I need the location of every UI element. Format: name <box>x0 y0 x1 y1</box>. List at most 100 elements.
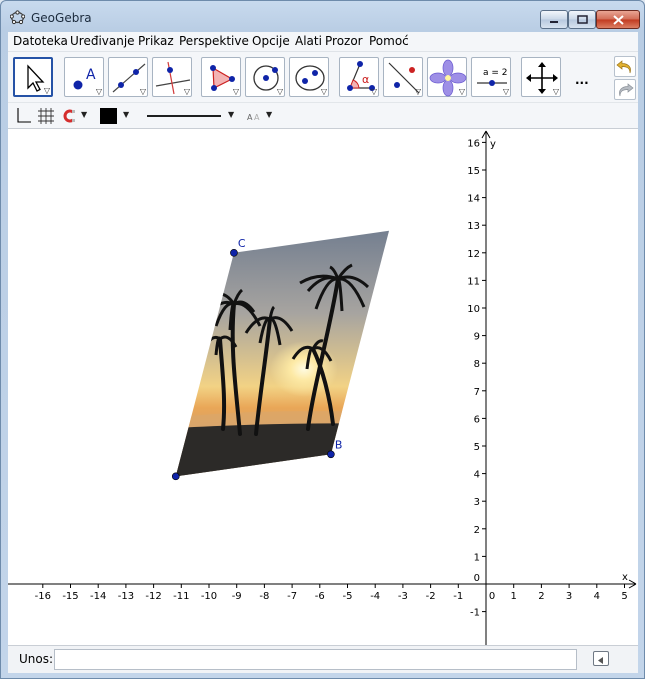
show-grid-icon[interactable] <box>37 107 55 125</box>
perpendicular-line-tool-button[interactable]: ▽ <box>152 57 192 97</box>
y-tick-label: 9 <box>474 332 480 343</box>
y-tick-label: 11 <box>467 276 480 287</box>
undo-button[interactable] <box>614 56 636 77</box>
x-tick-label: -10 <box>201 591 217 602</box>
x-tick-label: -6 <box>315 591 325 602</box>
move-tool-button[interactable]: ▽ <box>13 57 53 97</box>
chevron-down-icon[interactable]: ▼ <box>266 110 272 119</box>
y-tick-label: 8 <box>474 359 480 370</box>
picture-image[interactable] <box>158 219 408 489</box>
angle-tool-button[interactable]: α ▽ <box>339 57 379 97</box>
input-bar: Unos: <box>8 645 638 673</box>
x-tick-label: -9 <box>232 591 242 602</box>
menu-uredivanje[interactable]: Uređivanje <box>70 34 135 48</box>
chevron-down-icon: ▽ <box>320 87 327 96</box>
y-tick-label: 15 <box>467 166 480 177</box>
x-tick-label: 3 <box>566 591 572 602</box>
y-tick-label: 0 <box>474 573 480 584</box>
y-tick-label: 13 <box>467 221 480 232</box>
menu-pomoc[interactable]: Pomoć <box>369 34 409 48</box>
y-tick-label: 3 <box>474 497 480 508</box>
x-tick-label: -4 <box>370 591 380 602</box>
magnet-icon[interactable] <box>60 107 78 125</box>
point-label-b: B <box>335 438 343 451</box>
chevron-down-icon: ▽ <box>95 87 102 96</box>
y-tick-label: 1 <box>474 552 480 563</box>
chevron-down-icon: ▽ <box>502 87 509 96</box>
maximize-button[interactable] <box>568 10 596 29</box>
more-tools-label[interactable]: ... <box>575 73 589 87</box>
chevron-down-icon: ▽ <box>458 87 465 96</box>
x-tick-label: -16 <box>35 591 51 602</box>
y-tick-label: 16 <box>467 138 480 149</box>
menu-perspektive[interactable]: Perspektive <box>179 34 249 48</box>
input-label: Unos: <box>19 652 54 666</box>
close-button[interactable] <box>596 10 640 29</box>
polygon-tool-button[interactable]: ▽ <box>201 57 241 97</box>
menu-bar: Datoteka Uređivanje Prikaz Perspektive O… <box>8 32 638 52</box>
color-swatch[interactable] <box>100 108 117 124</box>
geogebra-logo-icon <box>10 10 25 25</box>
close-icon <box>597 11 639 28</box>
menu-alati[interactable]: Alati <box>295 34 322 48</box>
chevron-down-icon: ▽ <box>552 87 559 96</box>
point-tool-button[interactable]: A ▽ <box>64 57 104 97</box>
menu-datoteka[interactable]: Datoteka <box>13 34 68 48</box>
point-a[interactable] <box>171 472 180 481</box>
triangle-left-icon <box>598 657 603 664</box>
chevron-down-icon[interactable]: ▼ <box>123 110 129 119</box>
coordinate-plane[interactable]: xy-16 -15 -14 -13 -12 -11 -10 -9 -8 -7 -6 -5 -4 -3 -2-… <box>8 129 638 645</box>
chevron-down-icon: ▽ <box>232 87 239 96</box>
y-tick-label: 4 <box>474 470 480 481</box>
x-tick-label: -7 <box>287 591 297 602</box>
chevron-down-icon: ▽ <box>276 87 283 96</box>
slider-tool-label: a = 2 <box>483 68 508 78</box>
point-c[interactable] <box>230 249 238 257</box>
undo-arrow-icon <box>616 60 631 74</box>
x-tick-label: -13 <box>118 591 134 602</box>
x-tick-label: -2 <box>426 591 436 602</box>
menu-prozor[interactable]: Prozor <box>325 34 363 48</box>
chevron-down-icon: ▽ <box>43 86 50 95</box>
circle-tool-button[interactable]: ▽ <box>245 57 285 97</box>
reflect-tool-button[interactable]: ▽ <box>383 57 423 97</box>
chevron-down-icon: ▽ <box>183 87 190 96</box>
label-style-icon[interactable]: AA <box>246 107 264 125</box>
y-tick-label: 6 <box>474 414 480 425</box>
minimize-icon <box>541 11 567 28</box>
chevron-down-icon[interactable]: ▼ <box>81 110 87 119</box>
window-title: GeoGebra <box>31 11 92 25</box>
angle-tool-label: α <box>362 73 369 86</box>
chevron-down-icon: ▽ <box>139 87 146 96</box>
input-help-button[interactable] <box>593 651 609 666</box>
title-bar[interactable]: GeoGebra <box>1 1 644 31</box>
line-tool-button[interactable]: ▽ <box>108 57 148 97</box>
y-tick-label: 12 <box>467 249 480 260</box>
svg-text:A: A <box>254 113 260 122</box>
line-style-icon[interactable] <box>145 107 225 125</box>
x-tick-label: -11 <box>173 591 189 602</box>
x-tick-label: 2 <box>538 591 544 602</box>
y-axis-label: y <box>490 139 496 150</box>
x-tick-label: 5 <box>621 591 627 602</box>
conic-tool-button[interactable]: ▽ <box>289 57 329 97</box>
y-tick-label: -1 <box>470 608 480 619</box>
redo-button[interactable] <box>614 79 636 100</box>
menu-opcije[interactable]: Opcije <box>252 34 290 48</box>
graphics-view[interactable]: x y -16 -15 -14 -13 -12 -11 -10 -9 -8 -7 -6 -5 -4 -3 -2-… <box>8 129 638 645</box>
input-field[interactable] <box>54 649 577 670</box>
image-tool-button[interactable]: ▽ <box>427 57 467 97</box>
x-tick-label: -1 <box>453 591 463 602</box>
chevron-down-icon[interactable]: ▼ <box>228 110 234 119</box>
menu-prikaz[interactable]: Prikaz <box>138 34 174 48</box>
x-tick-label: 1 <box>511 591 517 602</box>
slider-tool-button[interactable]: a = 2 ▽ <box>471 57 511 97</box>
move-view-tool-button[interactable]: ▽ <box>521 57 561 97</box>
point-b[interactable] <box>327 450 335 459</box>
x-tick-label: -14 <box>90 591 106 602</box>
style-bar: ▼ ▼ ▼ AA ▼ <box>8 102 638 129</box>
x-tick-label: 4 <box>594 591 600 602</box>
y-tick-label: 7 <box>474 387 480 398</box>
show-axes-icon[interactable] <box>14 107 32 125</box>
minimize-button[interactable] <box>540 10 568 29</box>
